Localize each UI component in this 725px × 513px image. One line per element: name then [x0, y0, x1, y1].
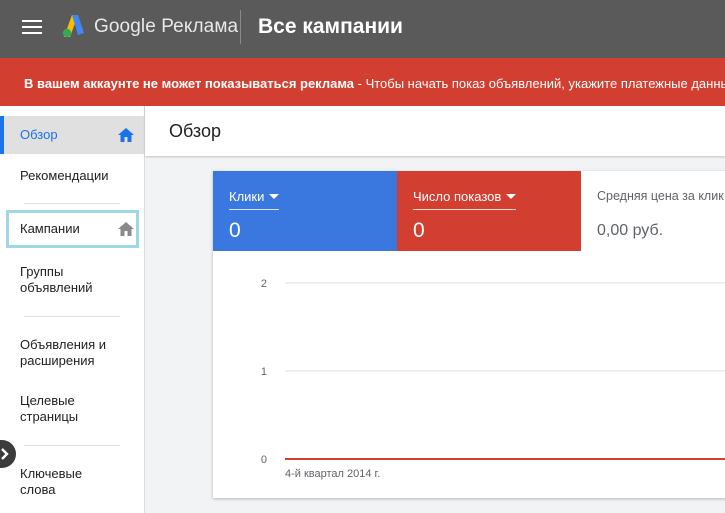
app-window: Google Реклама Все кампании В вашем акка… [0, 0, 725, 513]
main-title: Обзор [169, 121, 221, 141]
sidebar-item-landing-pages[interactable]: Целевые страницы [0, 393, 144, 427]
sidebar-item-label: Рекомендации [20, 168, 109, 183]
metric-label: Средняя цена за клик [597, 189, 724, 203]
sidebar-item-label: Объявления и расширения [20, 337, 107, 368]
caret-down-icon [269, 194, 280, 199]
header-divider [240, 10, 241, 44]
sidebar-divider [24, 203, 120, 204]
google-ads-logo-icon [62, 15, 84, 38]
sidebar-item-label: Группы объявлений [20, 264, 93, 295]
y-tick-label: 2 [261, 278, 267, 290]
x-tick-label: 4-й квартал 2014 г. [285, 468, 380, 480]
page-heading: Все кампании [258, 15, 403, 38]
top-bar: Google Реклама Все кампании [0, 0, 725, 58]
sidebar-item-overview[interactable]: Обзор [0, 116, 144, 154]
metric-value: 0,00 руб. [597, 222, 664, 239]
sidebar: Обзор Рекомендации Кампании Группы объяв… [0, 106, 145, 513]
home-icon [118, 222, 134, 236]
main-header: Обзор [145, 106, 725, 156]
sidebar-item-ads-extensions[interactable]: Объявления и расширения [0, 337, 144, 371]
metric-label: Число показов [413, 189, 502, 204]
sidebar-item-label: Кампании [20, 221, 80, 236]
metric-label: Клики [229, 189, 265, 204]
y-tick-label: 0 [261, 454, 267, 466]
sidebar-item-label: Обзор [20, 127, 58, 142]
metric-clicks-dropdown[interactable]: Клики [229, 189, 280, 210]
sidebar-item-keywords[interactable]: Ключевые слова [0, 466, 144, 500]
metric-value: 0 [413, 219, 425, 242]
sidebar-item-campaigns[interactable]: Кампании [6, 210, 139, 248]
overview-card: Клики 0 Число показов 0 Средняя цена за … [213, 171, 725, 498]
sidebar-item-ad-groups[interactable]: Группы объявлений [0, 264, 144, 298]
brand-name[interactable]: Google Реклама [94, 16, 238, 38]
metric-value: 0 [229, 219, 241, 242]
metric-impressions-dropdown[interactable]: Число показов [413, 189, 517, 210]
sidebar-item-label: Целевые страницы [20, 393, 79, 424]
alert-bold-text: В вашем аккаунте не может показываться р… [24, 76, 355, 91]
home-icon [118, 128, 134, 142]
sidebar-item-recommendations[interactable]: Рекомендации [0, 166, 144, 186]
billing-alert-banner[interactable]: В вашем аккаунте не может показываться р… [0, 58, 725, 106]
sidebar-divider [24, 445, 120, 446]
alert-text: - Чтобы начать показ объявлений, укажите… [354, 76, 725, 91]
sidebar-divider [24, 316, 120, 317]
caret-down-icon [506, 194, 517, 199]
sidebar-item-label: Ключевые слова [20, 466, 83, 497]
sidebar-collapse-button[interactable] [0, 440, 16, 468]
metric-impressions[interactable]: Число показов 0 [397, 171, 581, 251]
y-tick-label: 1 [261, 366, 267, 378]
metric-clicks[interactable]: Клики 0 [213, 171, 397, 251]
metric-avg-cpc[interactable]: Средняя цена за клик 0,00 руб. [581, 171, 725, 251]
performance-chart: 0 1 2 4-й квартал 2014 г. [261, 278, 725, 480]
menu-icon[interactable] [22, 20, 42, 34]
chevron-right-icon [1, 448, 9, 460]
